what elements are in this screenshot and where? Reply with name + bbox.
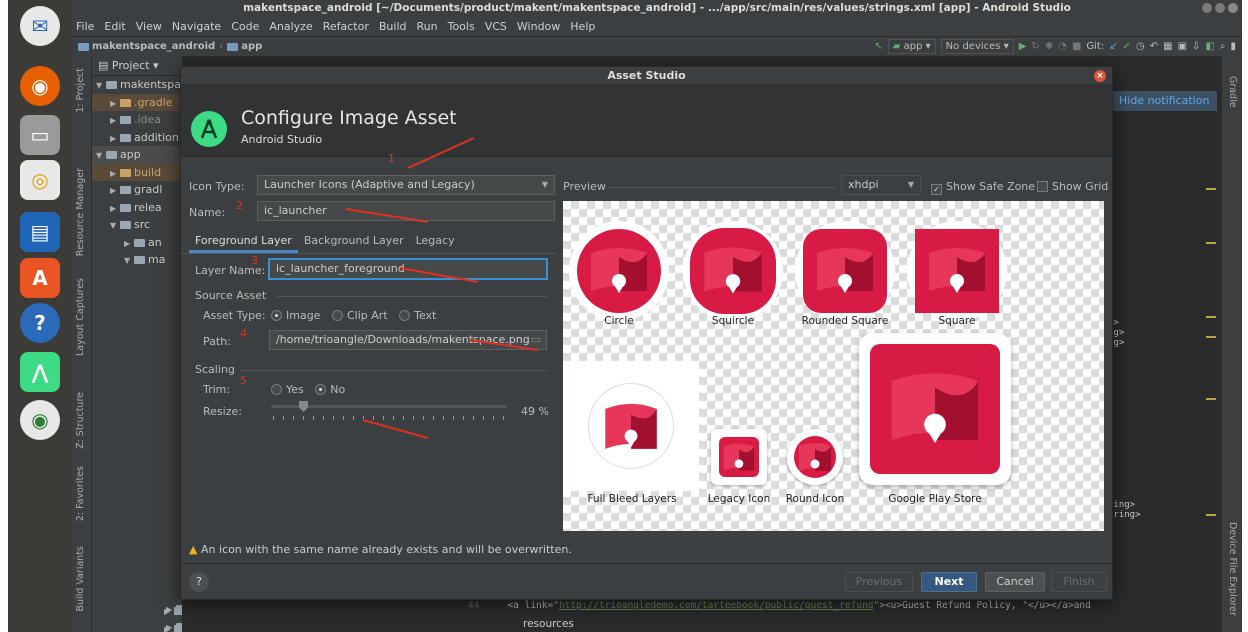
desktop: ✉ ◉ ▭ ◎ ▤ A ? ⋀ ◉ makentspace_android [~… <box>8 0 1242 632</box>
annotation-arrow <box>469 339 539 351</box>
annotation-arrow <box>362 419 429 439</box>
annotation-arrows <box>345 137 539 439</box>
annotation-arrow <box>399 267 479 283</box>
annotation-arrow <box>345 208 429 223</box>
annotation-arrow <box>407 137 475 169</box>
